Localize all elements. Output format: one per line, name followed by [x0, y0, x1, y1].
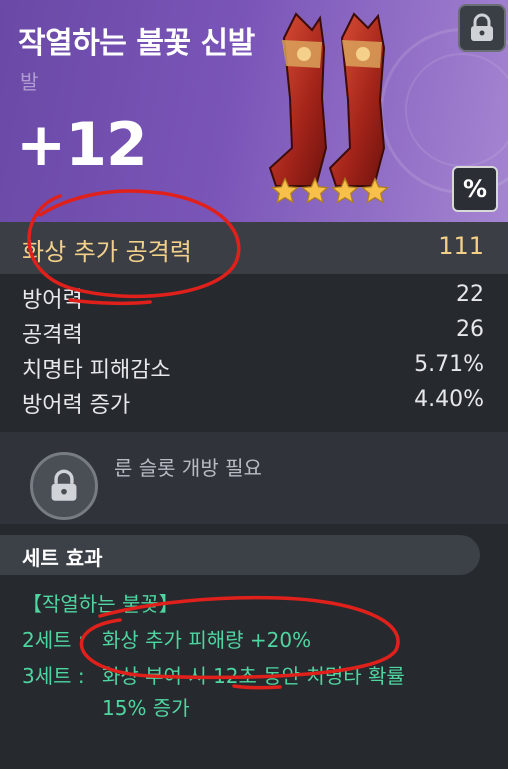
item-header: 작열하는 불꽃 신발 발 +12 %	[0, 0, 508, 222]
sub-stat-row: 방어력 22	[0, 280, 508, 315]
rune-lock-icon	[30, 452, 98, 520]
sub-stat-value: 5.71%	[414, 352, 484, 377]
sub-stat-row: 공격력 26	[0, 315, 508, 350]
set-effect-title: 세트 효과	[22, 546, 103, 570]
lock-icon	[471, 13, 493, 41]
main-stat-label: 화상 추가 공격력	[22, 238, 192, 266]
sub-stat-value: 4.40%	[414, 387, 484, 412]
item-name: 작열하는 불꽃 신발	[18, 26, 255, 61]
set-name: 【작열하는 불꽃】	[22, 592, 179, 616]
sub-stat-label: 방어력 증가	[22, 393, 131, 418]
set-effect-header: 세트 효과	[0, 535, 480, 575]
star-icon	[300, 176, 330, 204]
lock-button[interactable]	[458, 4, 506, 52]
star-icon	[330, 176, 360, 204]
boots-image	[268, 12, 386, 187]
main-stat-row: 화상 추가 공격력 111	[0, 222, 508, 274]
sub-stat-label: 치명타 피해감소	[22, 358, 171, 383]
rune-slot-text: 룬 슬롯 개방 필요	[114, 456, 262, 480]
background-emblem-inner	[405, 53, 508, 167]
item-type: 발	[20, 70, 39, 94]
set-effect-text: 화상 부여 시 12초 동안 치명타 확률	[102, 664, 405, 688]
set-effect-prefix: 2세트 :	[22, 628, 85, 652]
percent-toggle-button[interactable]: %	[452, 166, 498, 212]
enhance-level: +12	[16, 110, 148, 180]
lock-icon	[51, 469, 77, 501]
sub-stat-value: 22	[456, 282, 484, 307]
star-icon	[360, 176, 390, 204]
main-stat-value: 111	[438, 232, 484, 260]
sub-stat-row: 방어력 증가 4.40%	[0, 385, 508, 420]
set-effect-text: 화상 추가 피해량 +20%	[102, 628, 312, 652]
rune-slot[interactable]: 룬 슬롯 개방 필요	[0, 432, 508, 524]
sub-stat-label: 방어력	[22, 288, 83, 313]
star-icon	[270, 176, 300, 204]
set-effect-prefix: 3세트 :	[22, 664, 85, 688]
sub-stat-row: 치명타 피해감소 5.71%	[0, 350, 508, 385]
sub-stat-label: 공격력	[22, 323, 83, 348]
sub-stat-value: 26	[456, 317, 484, 342]
rarity-stars	[270, 176, 390, 206]
sub-stats-list: 방어력 22 공격력 26 치명타 피해감소 5.71% 방어력 증가 4.40…	[0, 280, 508, 420]
set-effect-text-cont: 15% 증가	[102, 696, 190, 720]
